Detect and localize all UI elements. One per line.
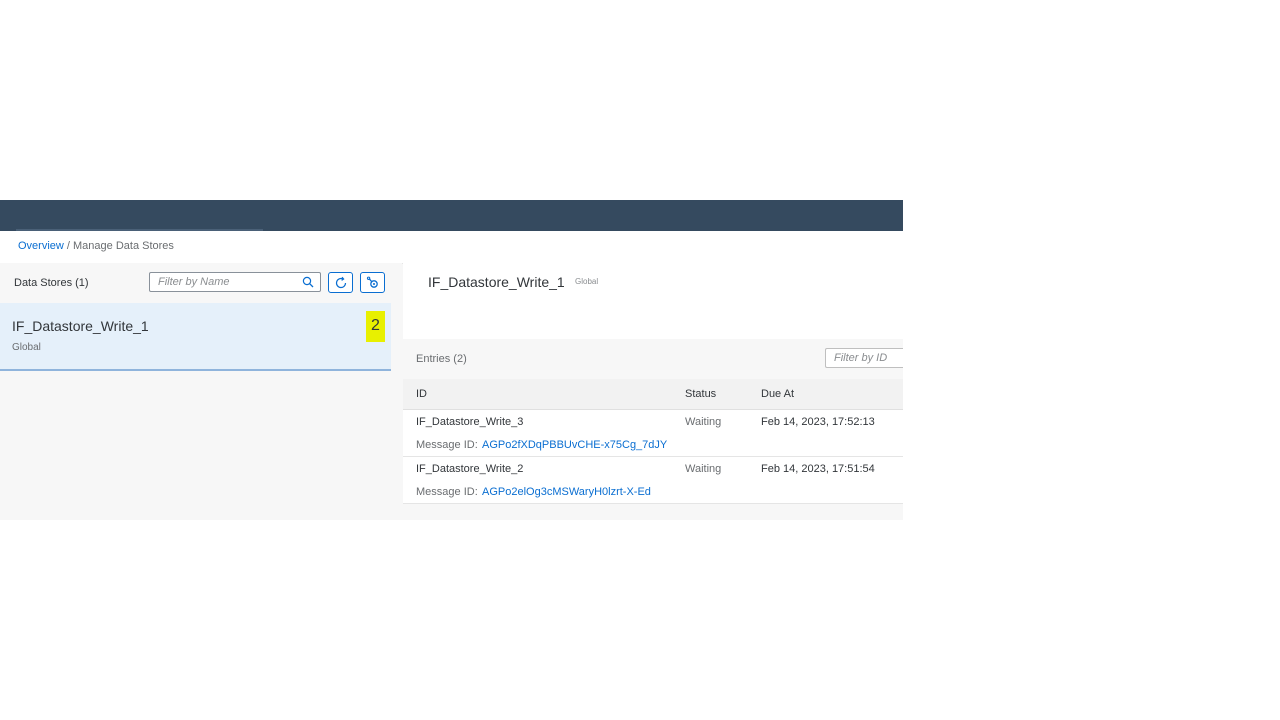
- shell-bar: [0, 200, 903, 231]
- entries-table-header: ID Status Due At: [403, 379, 903, 410]
- data-stores-title: Data Stores (1): [14, 277, 89, 289]
- message-id-link[interactable]: AGPo2fXDqPBBUvCHE-x75Cg_7dJY: [482, 439, 667, 451]
- search-icon[interactable]: [302, 276, 314, 288]
- entry-due-at: Feb 14, 2023, 17:52:13: [761, 416, 875, 428]
- breadcrumb: Overview / Manage Data Stores: [18, 240, 174, 252]
- table-row[interactable]: IF_Datastore_Write_3 Waiting Feb 14, 202…: [403, 410, 903, 457]
- data-stores-toolbar: Data Stores (1): [0, 263, 402, 303]
- detail-scope: Global: [575, 277, 599, 286]
- column-header-id[interactable]: ID: [416, 388, 427, 400]
- entry-status: Waiting: [685, 463, 722, 475]
- app-screenshot: Overview / Manage Data Stores Data Store…: [0, 200, 903, 520]
- settings-button[interactable]: [360, 272, 385, 293]
- entry-due-at: Feb 14, 2023, 17:51:54: [761, 463, 875, 475]
- id-filter-input[interactable]: [834, 351, 902, 365]
- entries-toolbar: Entries (2): [403, 339, 903, 379]
- gear-icon: [366, 276, 378, 288]
- detail-title: IF_Datastore_Write_1: [428, 274, 565, 290]
- breadcrumb-separator: /: [63, 240, 74, 252]
- data-store-scope: Global: [12, 342, 41, 353]
- entry-id: IF_Datastore_Write_2: [416, 463, 524, 475]
- breadcrumb-bar: Overview / Manage Data Stores: [0, 231, 903, 264]
- data-store-list-item[interactable]: IF_Datastore_Write_1 Global 2: [0, 303, 391, 371]
- breadcrumb-overview-link[interactable]: Overview: [18, 240, 64, 252]
- message-id-label: Message ID:: [416, 486, 478, 498]
- data-stores-panel: Data Stores (1) Filter by Name IF_Datast…: [0, 263, 402, 520]
- data-store-name: IF_Datastore_Write_1: [12, 318, 149, 334]
- message-id-label: Message ID:: [416, 439, 478, 451]
- name-search-input[interactable]: [158, 275, 298, 289]
- refresh-button[interactable]: [328, 272, 353, 293]
- table-row[interactable]: IF_Datastore_Write_2 Waiting Feb 14, 202…: [403, 457, 903, 504]
- column-header-due-at[interactable]: Due At: [761, 388, 794, 400]
- data-store-detail: IF_Datastore_Write_1 Global Entries (2) …: [403, 263, 903, 520]
- column-header-status[interactable]: Status: [685, 388, 716, 400]
- entries-title: Entries (2): [416, 353, 467, 365]
- breadcrumb-current: Manage Data Stores: [73, 240, 174, 252]
- name-search-field[interactable]: [149, 272, 321, 292]
- entry-status: Waiting: [685, 416, 722, 428]
- refresh-icon: [335, 276, 346, 288]
- detail-header: IF_Datastore_Write_1 Global: [403, 263, 903, 339]
- message-id-link[interactable]: AGPo2elOg3cMSWaryH0lzrt-X-Ed: [482, 486, 651, 498]
- entry-id: IF_Datastore_Write_3: [416, 416, 524, 428]
- id-filter-field[interactable]: [825, 348, 903, 368]
- entry-count-badge: 2: [366, 311, 385, 342]
